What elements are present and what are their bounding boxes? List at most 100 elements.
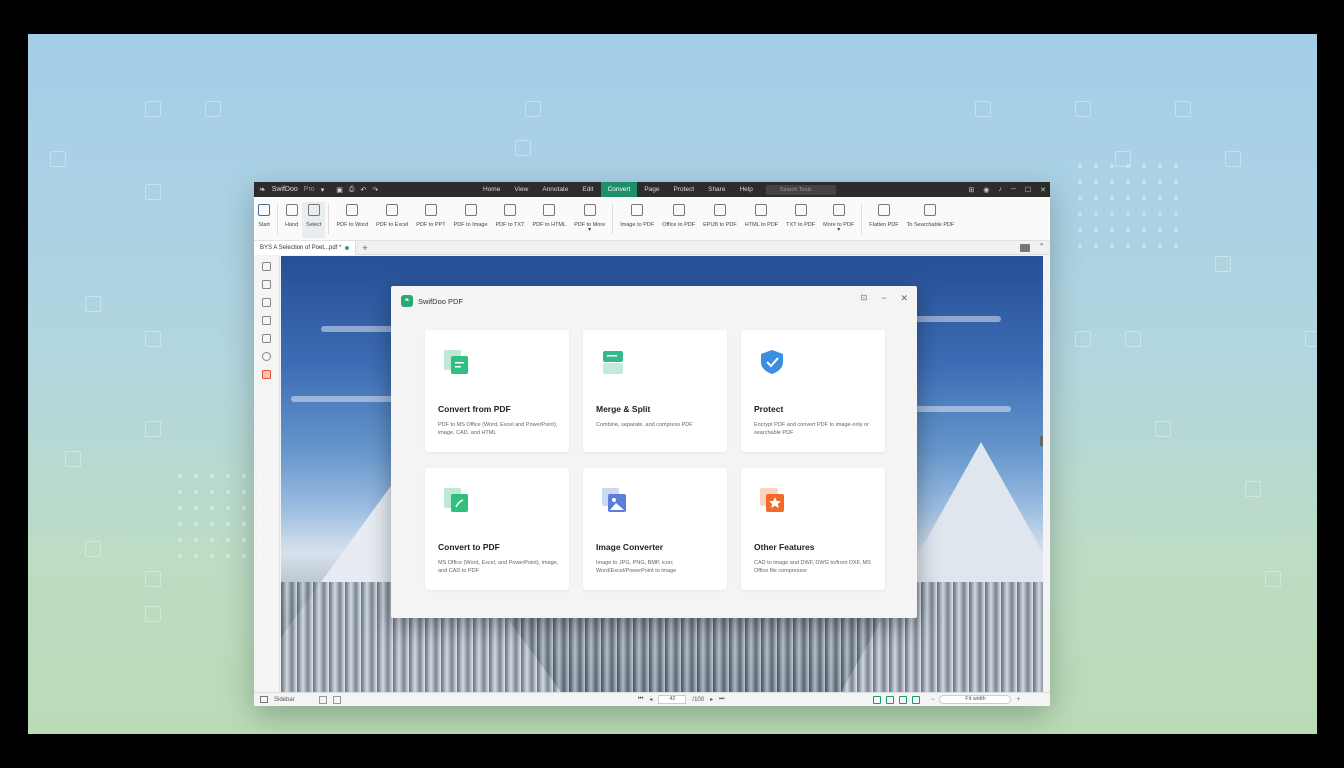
pdf-to-html-button[interactable]: PDF to HTML [528,202,570,238]
zoom-out-icon[interactable]: − [931,697,935,703]
background-dot [210,506,214,510]
menu-annotate[interactable]: Annotate [535,182,575,197]
menu-page[interactable]: Page [637,182,666,197]
background-square [1075,101,1091,117]
single-page-view-icon[interactable] [872,695,881,704]
menu-edit[interactable]: Edit [575,182,600,197]
last-page-icon[interactable]: ⏭ [719,696,724,703]
image-converter-icon [602,488,626,512]
page-total: /100 [692,696,705,703]
two-page-view-icon[interactable] [898,695,907,704]
pdf-to-excel-button[interactable]: PDF to Excel [372,202,412,238]
card-image-converter[interactable]: Image Converter Image to JPG, PNG, BMP, … [583,468,727,590]
pdf-to-ppt-button[interactable]: PDF to PPT [412,202,449,238]
first-page-icon[interactable]: ⏮ [638,696,643,703]
html-to-pdf-button[interactable]: HTML to PDF [741,202,782,238]
txt-to-pdf-button[interactable]: TXT to PDF [782,202,819,238]
hand-tool-button[interactable]: Hand [281,202,302,238]
user-icon[interactable]: ◉ [983,186,989,194]
menu-home[interactable]: Home [476,182,507,197]
card-convert-to-pdf[interactable]: Convert to PDF MS Office (Word, Excel, a… [425,468,569,590]
background-dot [258,554,262,558]
select-tool-button[interactable]: Select [302,202,326,238]
convert-from-pdf-icon [444,350,468,374]
next-page-icon[interactable]: ▸ [710,696,713,703]
pdf-to-more-button[interactable]: PDF to More ▾ [570,202,609,238]
comment-icon[interactable] [262,298,271,307]
card-convert-from-pdf[interactable]: Convert from PDF PDF to MS Office (Word,… [425,330,569,452]
background-square [1155,421,1171,437]
background-dot [210,538,214,542]
menu-share[interactable]: Share [701,182,732,197]
background-square [1125,331,1141,347]
dialog-settings-icon[interactable]: ⊡ [860,293,867,304]
close-icon[interactable]: ✕ [1040,186,1046,194]
page-badge-icon[interactable] [1020,244,1030,252]
card-protect[interactable]: Protect Encrypt PDF and convert PDF to i… [741,330,885,452]
office-to-pdf-button[interactable]: Office to PDF [658,202,699,238]
pdf-to-word-button[interactable]: PDF to Word [332,202,372,238]
redo-icon[interactable]: ↷ [372,186,378,194]
more-to-pdf-button[interactable]: More to PDF ▾ [819,202,858,238]
page-number-input[interactable]: 42 [658,695,687,704]
card-description: MS Office (Word, Excel, and PowerPoint),… [438,560,559,574]
prev-page-icon[interactable]: ◂ [649,696,652,703]
zoom-in-icon[interactable]: + [1016,697,1020,703]
menu-view[interactable]: View [507,182,535,197]
bookmark-icon[interactable] [262,262,271,271]
image-to-pdf-button[interactable]: Image to PDF [616,202,658,238]
chevron-down-icon[interactable]: ▾ [321,186,325,194]
background-dot [1078,180,1082,184]
minimize-icon[interactable]: ─ [1011,186,1016,193]
card-merge-split[interactable]: Merge & Split Combine, separate, and com… [583,330,727,452]
pdf-to-image-button[interactable]: PDF to Image [450,202,492,238]
menu-protect[interactable]: Protect [667,182,702,197]
search-icon[interactable] [262,352,271,361]
flatten-pdf-button[interactable]: Flatten PDF [865,202,902,238]
background-dot [1110,212,1114,216]
card-description: CAD to image and DWF, DWG to/from DXF, M… [754,560,871,574]
to-searchable-pdf-button[interactable]: To Searchable PDF [903,202,959,238]
sidebar-toggle-icon[interactable] [260,696,268,703]
collapse-ribbon-icon[interactable]: ⌃ [1038,242,1045,251]
background-square [145,184,161,200]
background-dot [226,474,230,478]
pdf-to-txt-button[interactable]: PDF to TXT [492,202,529,238]
bell-icon[interactable]: ♪ [998,186,1002,193]
form-field-icon[interactable] [262,334,271,343]
save-icon[interactable]: ▣ [336,186,343,194]
background-dot [274,506,278,510]
gift-icon[interactable] [262,370,271,379]
background-dot [178,474,182,478]
fit-page-icon[interactable] [318,695,327,704]
add-tab-icon[interactable]: + [356,243,367,253]
undo-icon[interactable]: ↶ [360,186,366,194]
menu-convert[interactable]: Convert [600,182,638,197]
continuous-view-icon[interactable] [885,695,894,704]
start-button[interactable]: Start [254,202,274,238]
background-dot [178,506,182,510]
card-title: Convert to PDF [438,542,500,552]
scroll-view-icon[interactable] [911,695,920,704]
zoom-select[interactable]: Fit width [939,695,1012,704]
background-dot [1158,164,1162,168]
dialog-close-icon[interactable]: ✕ [900,293,908,304]
dialog-minimize-icon[interactable]: − [881,293,886,304]
ribbon-toolbar: Start Hand Select PDF to Word PDF to Exc… [254,197,1050,241]
desktop-background: ❧ SwifDoo Pro ▾ ▣ ⎙ ↶ ↷ Home View Annota… [28,34,1317,734]
background-dot [1094,180,1098,184]
sidebar-label: Sidebar [274,696,295,703]
print-icon[interactable]: ⎙ [349,186,355,194]
attachment-icon[interactable] [262,316,271,325]
card-other-features[interactable]: Other Features CAD to image and DWF, DWG… [741,468,885,590]
grid-icon[interactable]: ⊞ [968,186,974,194]
document-tab[interactable]: BYS A Selection of Poet...pdf * [254,240,357,255]
rotate-icon[interactable] [332,695,341,704]
thumbnails-icon[interactable] [262,280,271,289]
search-tools-input[interactable]: Search Tools [765,184,836,195]
maximize-icon[interactable]: ☐ [1025,186,1031,194]
background-dot [1110,196,1114,200]
epub-to-pdf-button[interactable]: EPUB to PDF [699,202,741,238]
menu-help[interactable]: Help [732,182,759,197]
scrollbar-thumb[interactable] [1040,436,1043,446]
